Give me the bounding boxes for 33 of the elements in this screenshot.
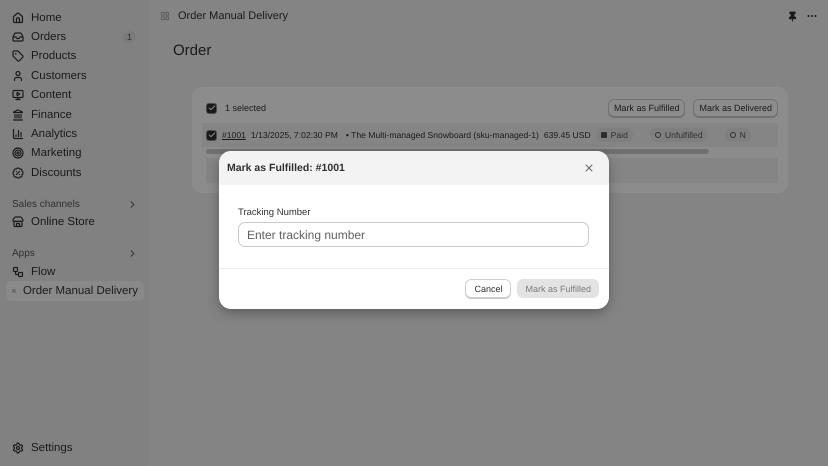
sidebar-item[interactable]: Order Manual Delivery [6, 281, 144, 301]
sidebar-item[interactable]: Flow [6, 262, 144, 282]
selected-count: 1 selected [225, 103, 266, 113]
status-badge: Paid [596, 128, 633, 142]
app-title: Order Manual Delivery [178, 10, 288, 22]
sidebar-item[interactable]: Analytics [6, 124, 144, 144]
sidebar-item[interactable]: Discounts [6, 163, 144, 183]
order-total: 639.45 USD [544, 130, 591, 140]
sidebar-item[interactable]: Online Store [6, 212, 144, 232]
order-date: 1/13/2025, 7:02:30 PM [250, 130, 338, 140]
settings-item[interactable]: Settings [6, 438, 144, 458]
line-item: • The Multi-managed Snowboard (sku-managed-1) [346, 130, 539, 140]
section-title: Sales channels [12, 199, 80, 210]
status-badge: Unfulfilled [650, 128, 708, 142]
order-link[interactable]: #1001 [222, 130, 246, 140]
sidebar-item[interactable]: Home [6, 8, 144, 28]
field-label: Tracking Number [238, 207, 312, 218]
sidebar-item[interactable]: Products [6, 46, 144, 66]
sidebar-item[interactable]: Marketing [6, 144, 144, 164]
tracking-input[interactable]: Enter tracking number [238, 222, 589, 247]
sidebar-item[interactable]: Content [6, 86, 144, 105]
bulk-action-button[interactable]: Mark as Delivered [693, 99, 778, 117]
page-title: Order [173, 42, 212, 59]
sidebar-item[interactable]: Customers [6, 66, 144, 86]
cancel-button[interactable]: Cancel [465, 279, 512, 298]
count-badge: 1 [122, 31, 136, 44]
order-row[interactable]: #1001 1/13/2025, 7:02:30 PM • The Multi-managed Snowboard (sku-managed-1) 639.45 USD Paid Unfulfilled N [202, 123, 778, 147]
sidebar-item[interactable]: Finance [6, 104, 144, 124]
bulk-action-button[interactable]: Mark as Fulfilled [608, 99, 686, 117]
section-title: Apps [12, 248, 35, 260]
status-badge: N [724, 128, 751, 142]
modal-title: Mark as Fulfilled: #1001 [227, 162, 345, 174]
sidebar-item[interactable]: Orders 1 [6, 27, 144, 47]
